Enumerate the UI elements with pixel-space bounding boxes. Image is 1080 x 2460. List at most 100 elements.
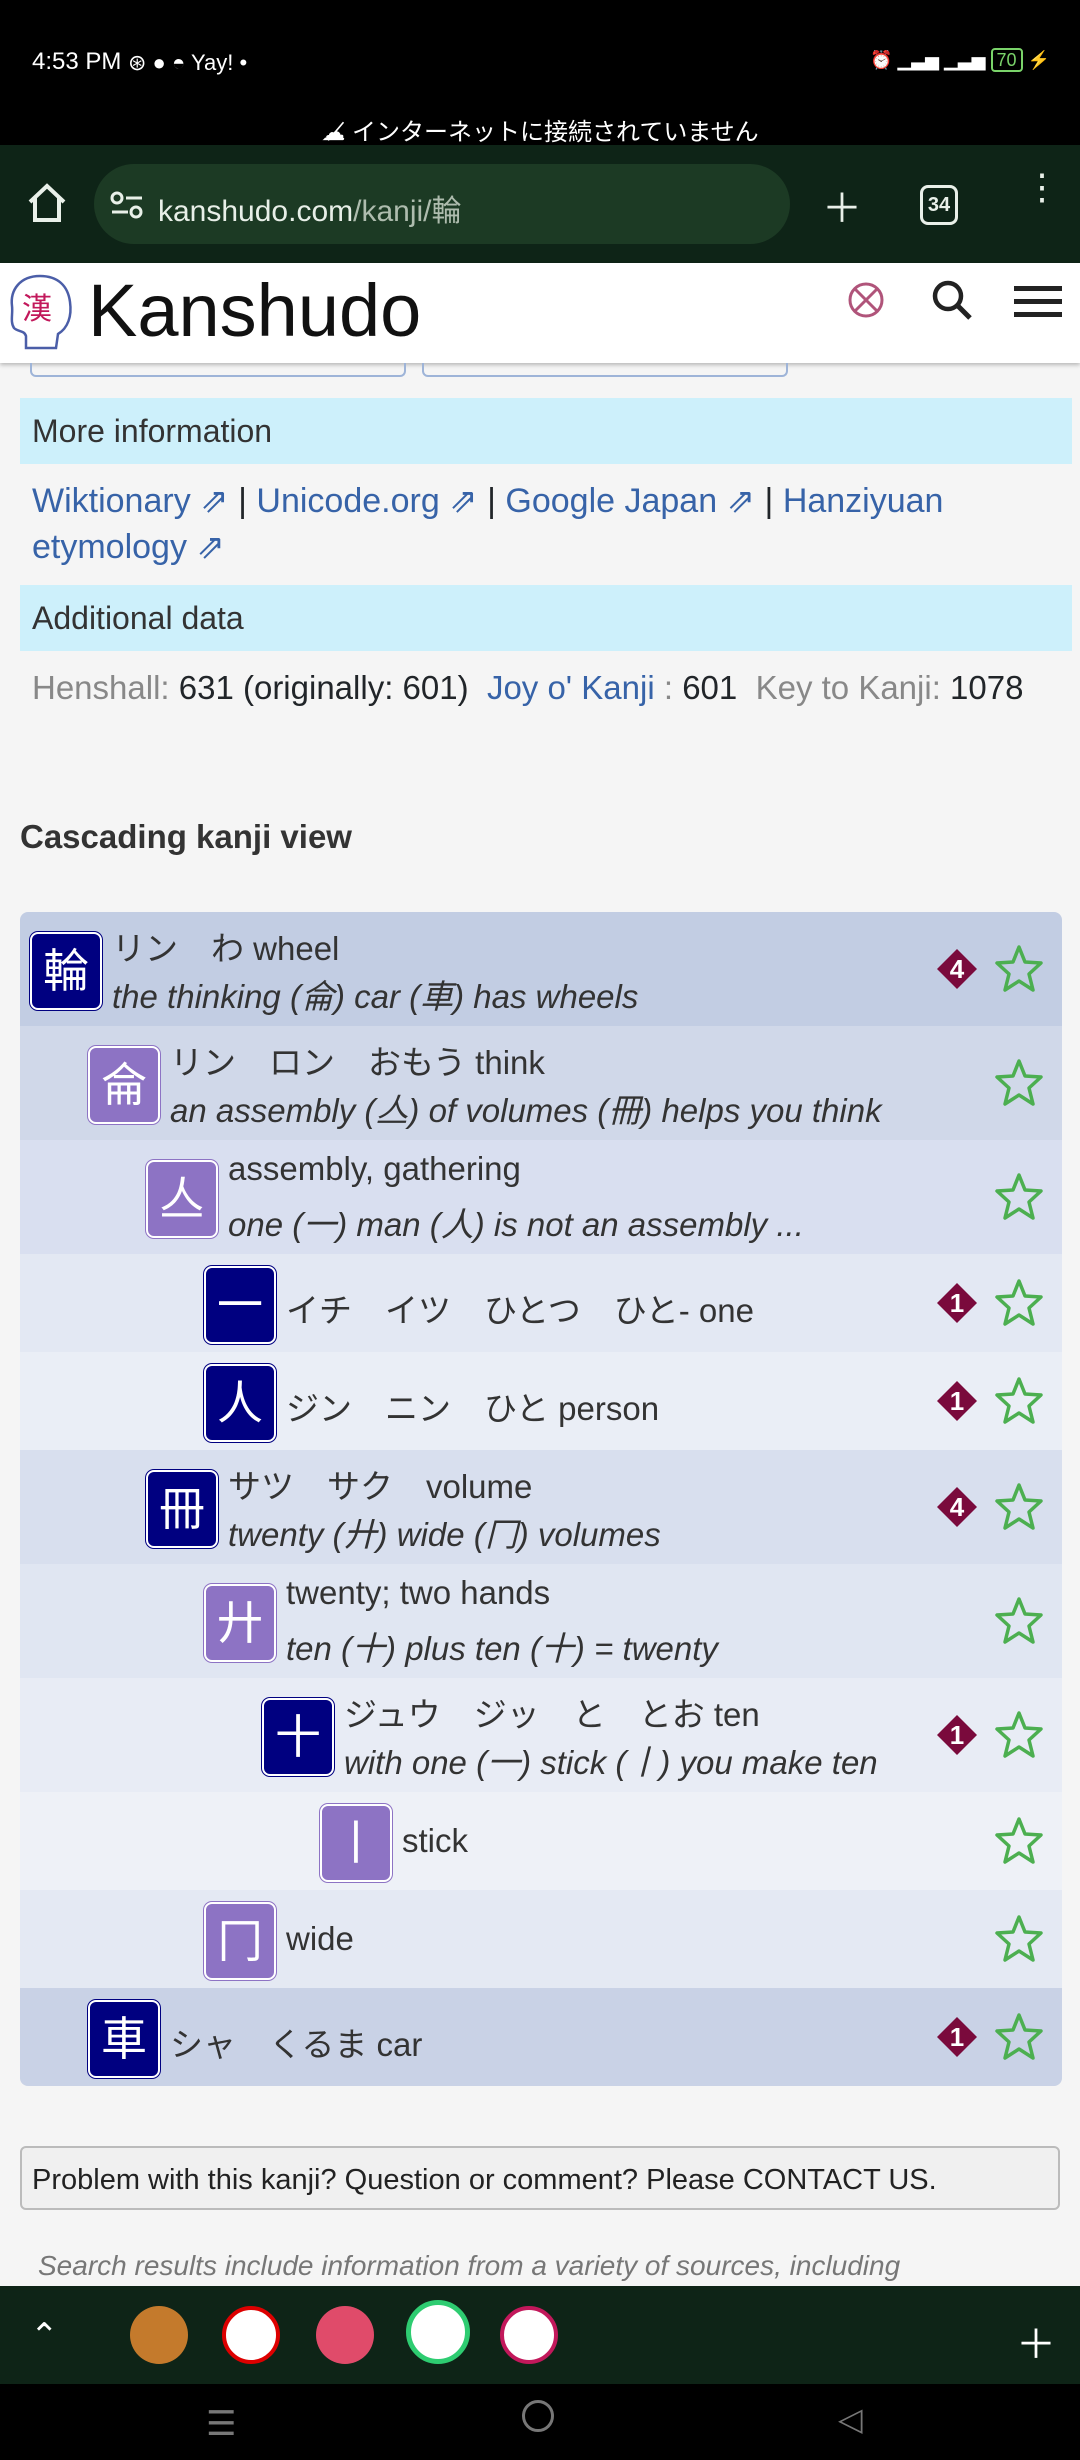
- tab-switcher-button[interactable]: 34: [920, 185, 958, 225]
- recent-apps-icon[interactable]: ☰: [206, 2404, 236, 2444]
- tab-icon-kusuri[interactable]: [130, 2306, 188, 2364]
- favorite-star-icon[interactable]: [994, 1376, 1044, 1426]
- search-icon[interactable]: [930, 278, 974, 327]
- kanji-mnemonic: with one (一) stick (丨) you make ten: [344, 1744, 878, 1781]
- cascade-row[interactable]: 廾 twenty; two hands ten (十) plus ten (十) =…: [20, 1564, 1062, 1678]
- grade-badge-number: 1: [949, 2022, 965, 2052]
- kanji-meaning: シャ くるま car: [170, 2026, 423, 2063]
- cascade-row[interactable]: 冊サツ サク volume twenty (廾) wide (冂) volumes…: [20, 1450, 1062, 1564]
- favorite-star-icon[interactable]: [994, 1058, 1044, 1108]
- kanji-meaning: リン わ wheel: [112, 930, 340, 967]
- cascade-row[interactable]: 十ジュウ ジッ と とお ten with one (一) stick (丨) y…: [20, 1678, 1062, 1792]
- chevron-up-icon[interactable]: ⌃: [30, 2316, 59, 2356]
- offline-mode-icon[interactable]: [846, 280, 886, 325]
- kanji-tile[interactable]: 侖: [88, 1046, 160, 1124]
- new-tab-icon[interactable]: ＋: [822, 176, 862, 234]
- battery-icon: 70: [990, 48, 1023, 72]
- cloud-off-icon: ☁̸: [321, 119, 353, 146]
- url-text[interactable]: kanshudo.com/kanji/輪: [158, 186, 462, 230]
- kanji-tile[interactable]: 亼: [146, 1160, 218, 1238]
- henshall-label: Henshall:: [32, 669, 170, 706]
- partial-button-left[interactable]: [30, 363, 406, 377]
- favorite-star-icon[interactable]: [994, 1172, 1044, 1222]
- offline-banner: ☁̸ インターネットに接続されていません: [0, 112, 1080, 147]
- favorite-star-icon[interactable]: [994, 1278, 1044, 1328]
- home-button[interactable]: [24, 180, 70, 231]
- kanji-tile[interactable]: 人: [204, 1364, 276, 1442]
- kanji-meaning: イチ イツ ひとつ ひと- one: [286, 1292, 754, 1329]
- favorite-star-icon[interactable]: [994, 1914, 1044, 1964]
- grade-badge: 1: [936, 2016, 978, 2058]
- cascade-row[interactable]: 亼 assembly, gathering one (一) man (人) is n…: [20, 1140, 1062, 1254]
- hamburger-menu-icon[interactable]: [1014, 284, 1062, 323]
- url-path: /kanji/輪: [353, 195, 462, 228]
- cascade-panel: 輪リン わ wheel the thinking (侖) car (車) has …: [20, 912, 1062, 2086]
- cascade-heading: Cascading kanji view: [20, 818, 352, 855]
- link-unicode[interactable]: Unicode.org ⇗: [256, 482, 477, 520]
- link-google-japan[interactable]: Google Japan ⇗: [505, 482, 755, 520]
- cascade-row[interactable]: 輪リン わ wheel the thinking (侖) car (車) has …: [20, 912, 1062, 1026]
- kanji-tile[interactable]: 丨: [320, 1804, 392, 1882]
- signal-4g-icon: ▁▃▅: [943, 50, 986, 70]
- joy-o-kanji-link[interactable]: Joy o' Kanji: [487, 669, 655, 706]
- contact-box[interactable]: Problem with this kanji? Question or com…: [20, 2146, 1060, 2210]
- tab-icon-app[interactable]: [316, 2306, 374, 2364]
- key-to-kanji-label: Key to Kanji:: [755, 669, 941, 706]
- menu-dots-icon[interactable]: ⋮: [1024, 169, 1060, 205]
- signal-icon: ▁▃▅: [897, 50, 939, 70]
- home-nav-icon[interactable]: [522, 2400, 554, 2432]
- kanji-tile[interactable]: 十: [262, 1698, 334, 1776]
- cascade-row[interactable]: 侖リン ロン おもう think an assembly (亼) of volum…: [20, 1026, 1062, 1140]
- kanji-meaning: wide: [286, 1920, 354, 1957]
- additional-data-heading: Additional data: [20, 585, 1072, 651]
- cascade-row[interactable]: 車シャ くるま car 1: [20, 1988, 1062, 2086]
- footnote: Search results include information from …: [38, 2250, 901, 2281]
- cascade-row[interactable]: 冂 wide: [20, 1890, 1062, 1988]
- grade-badge: 4: [936, 948, 978, 990]
- kanji-tile[interactable]: 輪: [30, 932, 102, 1010]
- grade-badge: 1: [936, 1282, 978, 1324]
- status-bar: 4:53 PM ⊛ ● ◓ Yay! • ⏰ ▁▃▅ ▁▃▅ 70 ⚡ ☁̸ イ…: [0, 0, 1080, 147]
- favorite-star-icon[interactable]: [994, 1816, 1044, 1866]
- henshall-value: 631 (originally: 601): [178, 669, 469, 706]
- kanji-meaning: stick: [402, 1822, 468, 1859]
- kanji-tile[interactable]: 冊: [146, 1470, 218, 1548]
- add-tab-icon[interactable]: ＋: [1016, 2312, 1056, 2370]
- link-wiktionary[interactable]: Wiktionary ⇗: [32, 482, 229, 520]
- kanji-tile[interactable]: 廾: [204, 1584, 276, 1662]
- grade-badge-number: 1: [949, 1288, 965, 1318]
- back-icon[interactable]: ◁: [838, 2400, 863, 2438]
- more-info-links: Wiktionary ⇗ | Unicode.org ⇗ | Google Ja…: [32, 478, 1042, 570]
- kanji-mnemonic: the thinking (侖) car (車) has wheels: [112, 978, 639, 1015]
- status-time: 4:53 PM: [32, 48, 122, 75]
- kanji-meaning: ジン ニン ひと person: [286, 1390, 660, 1427]
- favorite-star-icon[interactable]: [994, 1482, 1044, 1532]
- kanji-tile[interactable]: 車: [88, 2000, 160, 2078]
- kanji-mnemonic: one (一) man (人) is not an assembly ...: [228, 1206, 804, 1243]
- kanshudo-logo-icon[interactable]: 漢: [6, 272, 74, 357]
- favorite-star-icon[interactable]: [994, 2012, 1044, 2062]
- favorite-star-icon[interactable]: [994, 1710, 1044, 1760]
- separator: |: [238, 482, 247, 520]
- favorite-star-icon[interactable]: [994, 1596, 1044, 1646]
- site-info-icon[interactable]: [110, 190, 144, 225]
- partial-button-right[interactable]: [422, 363, 788, 377]
- home-icon: [28, 183, 66, 222]
- cascade-row[interactable]: 人ジン ニン ひと person 1: [20, 1352, 1062, 1450]
- charging-icon: ⚡: [1027, 50, 1050, 70]
- cascade-row[interactable]: 一イチ イツ ひとつ ひと- one 1: [20, 1254, 1062, 1352]
- tab-icon-j[interactable]: [222, 2306, 280, 2364]
- kanji-tile[interactable]: 冂: [204, 1902, 276, 1980]
- site-name[interactable]: Kanshudo: [88, 268, 421, 353]
- kanji-meaning: サツ サク volume: [228, 1468, 533, 1505]
- joy-value: 601: [682, 669, 738, 706]
- tab-icon-flower[interactable]: [500, 2306, 558, 2364]
- more-info-heading: More information: [20, 398, 1072, 464]
- favorite-star-icon[interactable]: [994, 944, 1044, 994]
- cascade-row[interactable]: 丨 stick: [20, 1792, 1062, 1890]
- status-icons: ⏰ ▁▃▅ ▁▃▅ 70 ⚡: [870, 48, 1050, 72]
- kanji-tile[interactable]: 一: [204, 1266, 276, 1344]
- kanji-meaning: twenty; two hands: [286, 1574, 551, 1611]
- tab-icon-kanshudo-active[interactable]: [406, 2300, 470, 2364]
- offline-text: インターネットに接続されていません: [352, 119, 759, 146]
